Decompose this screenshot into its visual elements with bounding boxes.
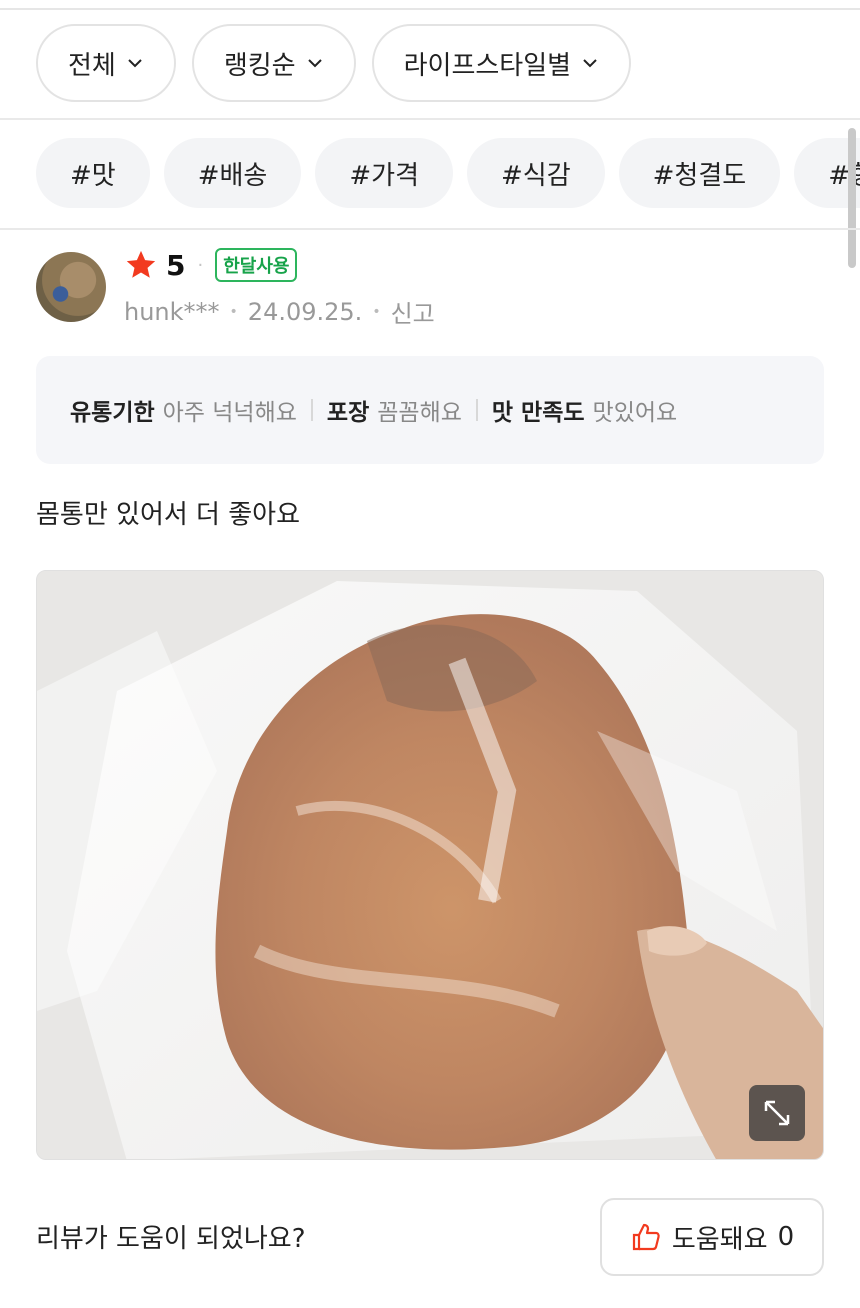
review-body: 몸통만 있어서 더 좋아요 [36, 500, 300, 530]
attribute-divider [310, 399, 313, 421]
attribute-key: 포장 [326, 400, 370, 426]
chevron-down-icon [583, 59, 597, 68]
filter-label: 라이프스타일별 [403, 50, 572, 81]
review-attributes: 유통기한 아주 넉넉해요 포장 꼼꼼해요 맛 만족도 맛있어요 [36, 356, 824, 464]
tag-chip-texture[interactable]: #식감 [467, 138, 605, 208]
filter-label: 랭킹순 [223, 50, 296, 81]
attribute-expiry: 유통기한 아주 넉넉해요 [70, 393, 297, 427]
filter-bar: 전체 랭킹순 라이프스타일별 [36, 24, 632, 102]
filter-label: 전체 [68, 50, 116, 81]
helpful-button[interactable]: 도움돼요 0 [600, 1198, 824, 1276]
expand-button[interactable] [749, 1085, 805, 1141]
review-photo[interactable] [36, 570, 824, 1160]
thumbs-up-icon [632, 1223, 660, 1251]
attribute-packaging: 포장 꼼꼼해요 [327, 393, 462, 427]
filter-sort-dropdown[interactable]: 랭킹순 [191, 24, 356, 102]
separator-dot: • [229, 303, 238, 320]
helpful-count: 0 [777, 1222, 795, 1252]
rating-score: 5 [166, 248, 186, 282]
helpful-question: 리뷰가 도움이 되었나요? [36, 1224, 306, 1254]
section-divider [0, 228, 860, 230]
review-meta: hunk*** • 24.09.25. • 신고 [124, 294, 435, 329]
usage-badge: 한달사용 [215, 248, 298, 282]
expand-icon [764, 1100, 790, 1126]
chevron-down-icon [128, 59, 142, 68]
star-icon [126, 250, 156, 278]
rating-line: 5 · 한달사용 [124, 248, 298, 282]
attribute-key: 유통기한 [70, 400, 155, 426]
tag-chip-price[interactable]: #가격 [315, 138, 453, 208]
attribute-value: 아주 넉넉해요 [162, 400, 297, 426]
tag-chip-delivery[interactable]: #배송 [163, 138, 302, 208]
attribute-taste: 맛 만족도 맛있어요 [492, 393, 677, 427]
review-date: 24.09.25. [247, 297, 363, 326]
attribute-divider [475, 399, 478, 421]
top-divider [0, 8, 860, 10]
report-link[interactable]: 신고 [391, 294, 435, 329]
filter-all-dropdown[interactable]: 전체 [36, 24, 176, 102]
filter-lifestyle-dropdown[interactable]: 라이프스타일별 [371, 24, 632, 102]
tag-chip-taste[interactable]: #맛 [36, 138, 150, 208]
attribute-key: 맛 만족도 [491, 400, 585, 426]
attribute-value: 꼼꼼해요 [377, 400, 462, 426]
section-divider [0, 118, 860, 120]
tag-filter-row: #맛 #배송 #가격 #식감 #청결도 #향기 # [36, 138, 860, 208]
helpful-label: 도움돼요 [671, 1224, 768, 1255]
chevron-down-icon [307, 59, 322, 68]
separator-dot: · [197, 254, 204, 276]
scrollbar[interactable] [848, 128, 856, 268]
attribute-value: 맛있어요 [592, 400, 678, 426]
separator-dot: • [372, 303, 381, 320]
avatar [36, 252, 106, 322]
photo-image [37, 571, 823, 1159]
author-name: hunk*** [124, 297, 220, 326]
tag-chip-cleanliness[interactable]: #청결도 [618, 138, 781, 208]
